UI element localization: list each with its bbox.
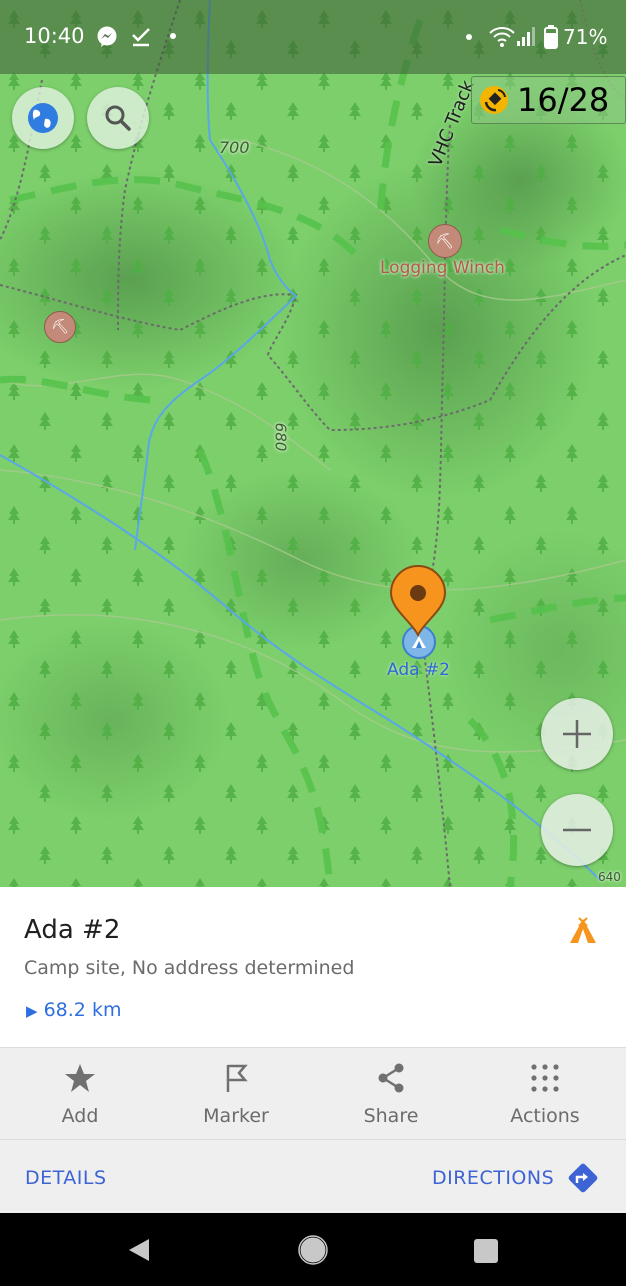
direction-arrow-icon: ▶ <box>26 1002 38 1020</box>
poi-label-logging-winch: Logging Winch <box>380 258 505 278</box>
search-button[interactable] <box>87 87 149 149</box>
distance-value: 68.2 km <box>43 999 122 1021</box>
directions-button[interactable]: DIRECTIONS <box>432 1167 554 1189</box>
place-distance: ▶ 68.2 km <box>26 999 121 1021</box>
details-button[interactable]: DETAILS <box>25 1167 107 1189</box>
search-icon <box>105 105 131 131</box>
home-icon[interactable] <box>298 1235 328 1265</box>
star-icon <box>65 1064 95 1092</box>
add-label: Add <box>61 1105 99 1127</box>
directions-icon[interactable] <box>566 1161 600 1195</box>
links-bar: DETAILS DIRECTIONS <box>0 1139 626 1214</box>
place-title: Ada #2 <box>24 915 121 945</box>
wifi-icon <box>489 27 515 47</box>
grid-dots-icon <box>531 1064 559 1092</box>
map-view[interactable]: 700 680 640 VHC Track ⛏ Logging Winch ⛏ … <box>0 0 626 887</box>
poi-winch-west[interactable]: ⛏ <box>44 311 76 343</box>
contour-label-700: 700 <box>219 138 250 157</box>
recents-icon[interactable] <box>474 1239 498 1263</box>
minus-icon <box>563 828 591 832</box>
marker-label: Marker <box>203 1105 269 1127</box>
place-info-sheet[interactable]: Ada #2 Camp site, No address determined … <box>0 887 626 1047</box>
battery-icon <box>544 25 558 49</box>
winch-icon: ⛏ <box>51 319 69 335</box>
system-nav-bar <box>0 1213 626 1286</box>
action-bar: Add Marker Share Actions <box>0 1047 626 1140</box>
zoom-out-button[interactable] <box>541 794 613 866</box>
signal-icon <box>517 27 535 46</box>
task-check-icon <box>132 28 150 47</box>
plus-icon <box>563 720 591 748</box>
globe-icon <box>28 103 58 133</box>
battery-percent: 71% <box>563 25 608 49</box>
location-pin-icon[interactable] <box>389 565 447 637</box>
marker-label: Ada #2 <box>387 660 451 680</box>
share-button[interactable]: Share <box>316 1048 466 1140</box>
tent-icon <box>412 636 426 648</box>
share-icon <box>378 1063 404 1093</box>
contour-label-680: 680 <box>271 422 290 452</box>
satellite-count: 16/28 <box>517 81 610 119</box>
flag-icon <box>226 1064 248 1092</box>
winch-icon: ⛏ <box>435 232 455 250</box>
actions-label: Actions <box>510 1105 580 1127</box>
map-style-button[interactable] <box>12 87 74 149</box>
notification-dot-icon <box>170 33 176 39</box>
share-label: Share <box>363 1105 419 1127</box>
back-icon[interactable] <box>127 1237 151 1263</box>
satellite-icon <box>480 86 508 114</box>
marker-button[interactable]: Marker <box>161 1048 311 1140</box>
notification-dot-icon <box>466 34 472 40</box>
messenger-icon <box>97 26 117 47</box>
status-bar: 10:40 71% <box>0 0 626 74</box>
poi-logging-winch[interactable]: ⛏ <box>428 224 462 258</box>
contour-label-640: 640 <box>598 870 621 884</box>
place-subtitle: Camp site, No address determined <box>24 957 355 979</box>
campsite-icon <box>570 917 596 943</box>
zoom-in-button[interactable] <box>541 698 613 770</box>
gps-status-widget[interactable]: 16/28 <box>471 76 626 124</box>
status-time: 10:40 <box>24 24 85 48</box>
add-button[interactable]: Add <box>5 1048 155 1140</box>
actions-button[interactable]: Actions <box>470 1048 620 1140</box>
